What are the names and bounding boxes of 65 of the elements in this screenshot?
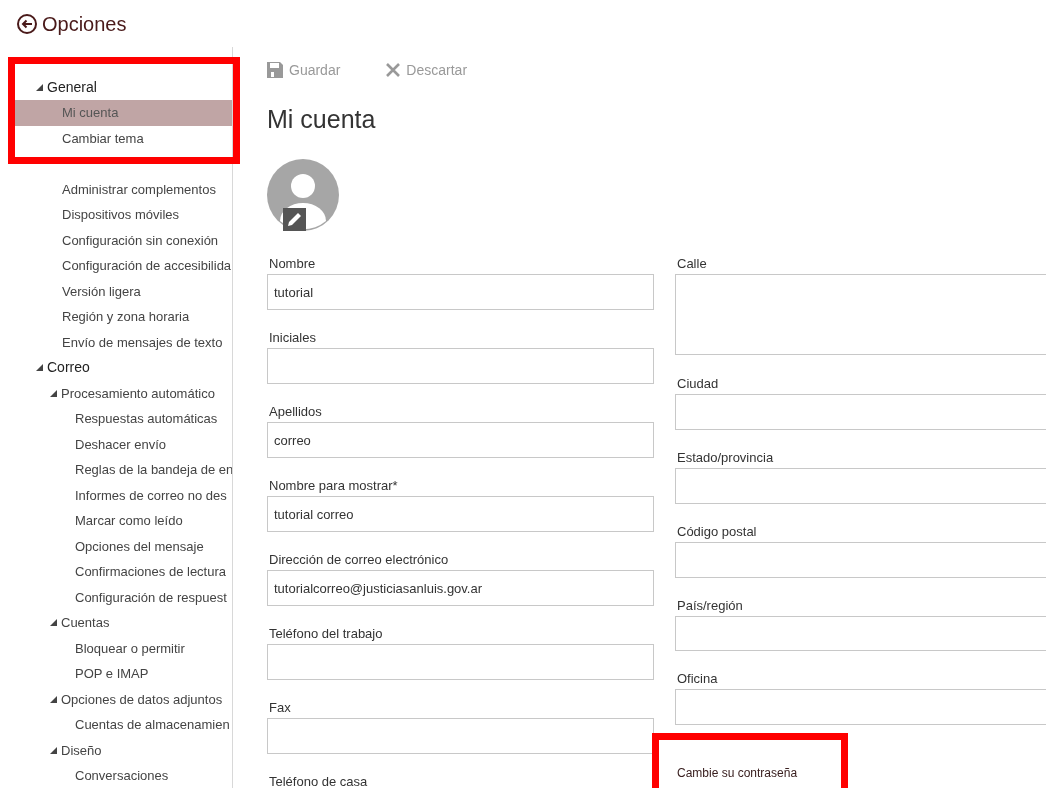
sidebar-item[interactable]: Configuración de respuest [15, 584, 232, 610]
input-field[interactable] [267, 718, 654, 754]
input-field[interactable] [675, 468, 1046, 504]
sidebar-item[interactable]: Reglas de la bandeja de en [15, 457, 232, 483]
sidebar-item[interactable]: Procesamiento automático [15, 380, 232, 406]
field-label: Nombre [268, 255, 317, 272]
section-title: Mi cuenta [267, 104, 377, 135]
sidebar-item[interactable]: Región y zona horaria [15, 304, 232, 330]
sidebar-item[interactable]: Correo [15, 355, 232, 381]
field-label: País/región [676, 597, 744, 614]
input-field[interactable]: tutorialcorreo@justiciasanluis.gov.ar [267, 570, 654, 606]
back-icon[interactable] [16, 12, 38, 35]
sidebar-item[interactable]: Configuración sin conexión [15, 227, 232, 253]
sidebar-item[interactable]: Versión ligera [15, 278, 232, 304]
sidebar-item[interactable]: POP e IMAP [15, 661, 232, 687]
sidebar-item[interactable]: Cuentas de almacenamien [15, 712, 232, 738]
page-header-title: Opciones [42, 11, 127, 37]
sidebar-item[interactable]: General [15, 74, 232, 100]
close-icon [386, 63, 401, 77]
field-label: Estado/provincia [676, 449, 775, 466]
input-field[interactable] [675, 689, 1046, 725]
sidebar-item[interactable]: Dispositivos móviles [15, 202, 232, 228]
field-label: Teléfono del trabajo [268, 625, 384, 642]
sidebar-item[interactable]: Bloquear o permitir [15, 635, 232, 661]
field-label: Apellidos [268, 403, 323, 420]
sidebar-item[interactable]: Conversaciones [15, 763, 232, 788]
input-field[interactable] [675, 542, 1046, 578]
input-field[interactable]: correo [267, 422, 654, 458]
sidebar-item[interactable]: Cuentas [15, 610, 232, 636]
field-label: Teléfono de casa [268, 773, 369, 788]
expanded-triangle-icon[interactable] [50, 389, 57, 397]
change-password-link[interactable]: Cambie su contraseña [675, 764, 798, 782]
field-label: Iniciales [268, 329, 317, 346]
sidebar-item[interactable]: Marcar como leído [15, 508, 232, 534]
field-label: Calle [676, 255, 708, 272]
sidebar-item[interactable]: Cambiar tema [15, 125, 232, 151]
edit-icon[interactable] [283, 208, 306, 231]
sidebar-item[interactable]: Respuestas automáticas [15, 406, 232, 432]
field-label: Fax [268, 699, 292, 716]
input-field[interactable]: tutorial correo [267, 496, 654, 532]
sidebar-item[interactable]: Opciones del mensaje [15, 533, 232, 559]
field-label: Nombre para mostrar* [268, 477, 399, 494]
input-field[interactable] [267, 644, 654, 680]
field-label: Oficina [676, 670, 719, 687]
sidebar-item[interactable]: Diseño [15, 737, 232, 763]
field-label: Ciudad [676, 375, 720, 392]
expanded-triangle-icon[interactable] [36, 83, 43, 91]
sidebar-item[interactable]: Configuración de accesibilida [15, 253, 232, 279]
input-field[interactable]: tutorial [267, 274, 654, 310]
field-label: Dirección de correo electrónico [268, 551, 450, 568]
dropdown-field[interactable] [675, 616, 1046, 651]
expanded-triangle-icon[interactable] [50, 695, 57, 703]
expanded-triangle-icon[interactable] [50, 746, 57, 754]
input-field[interactable] [267, 348, 654, 384]
expanded-triangle-icon[interactable] [36, 364, 43, 372]
sidebar-item[interactable]: Deshacer envío [15, 431, 232, 457]
sidebar-item[interactable]: Envío de mensajes de texto [15, 329, 232, 355]
sidebar-item[interactable]: Informes de correo no des [15, 482, 232, 508]
sidebar-item[interactable]: Administrar complementos [15, 176, 232, 202]
field-label: Código postal [676, 523, 758, 540]
input-field[interactable] [675, 274, 1046, 355]
sidebar-item[interactable]: Confirmaciones de lectura [15, 559, 232, 585]
input-field[interactable] [675, 394, 1046, 430]
sidebar-item[interactable]: Opciones de datos adjuntos [15, 686, 232, 712]
expanded-triangle-icon[interactable] [50, 619, 57, 627]
